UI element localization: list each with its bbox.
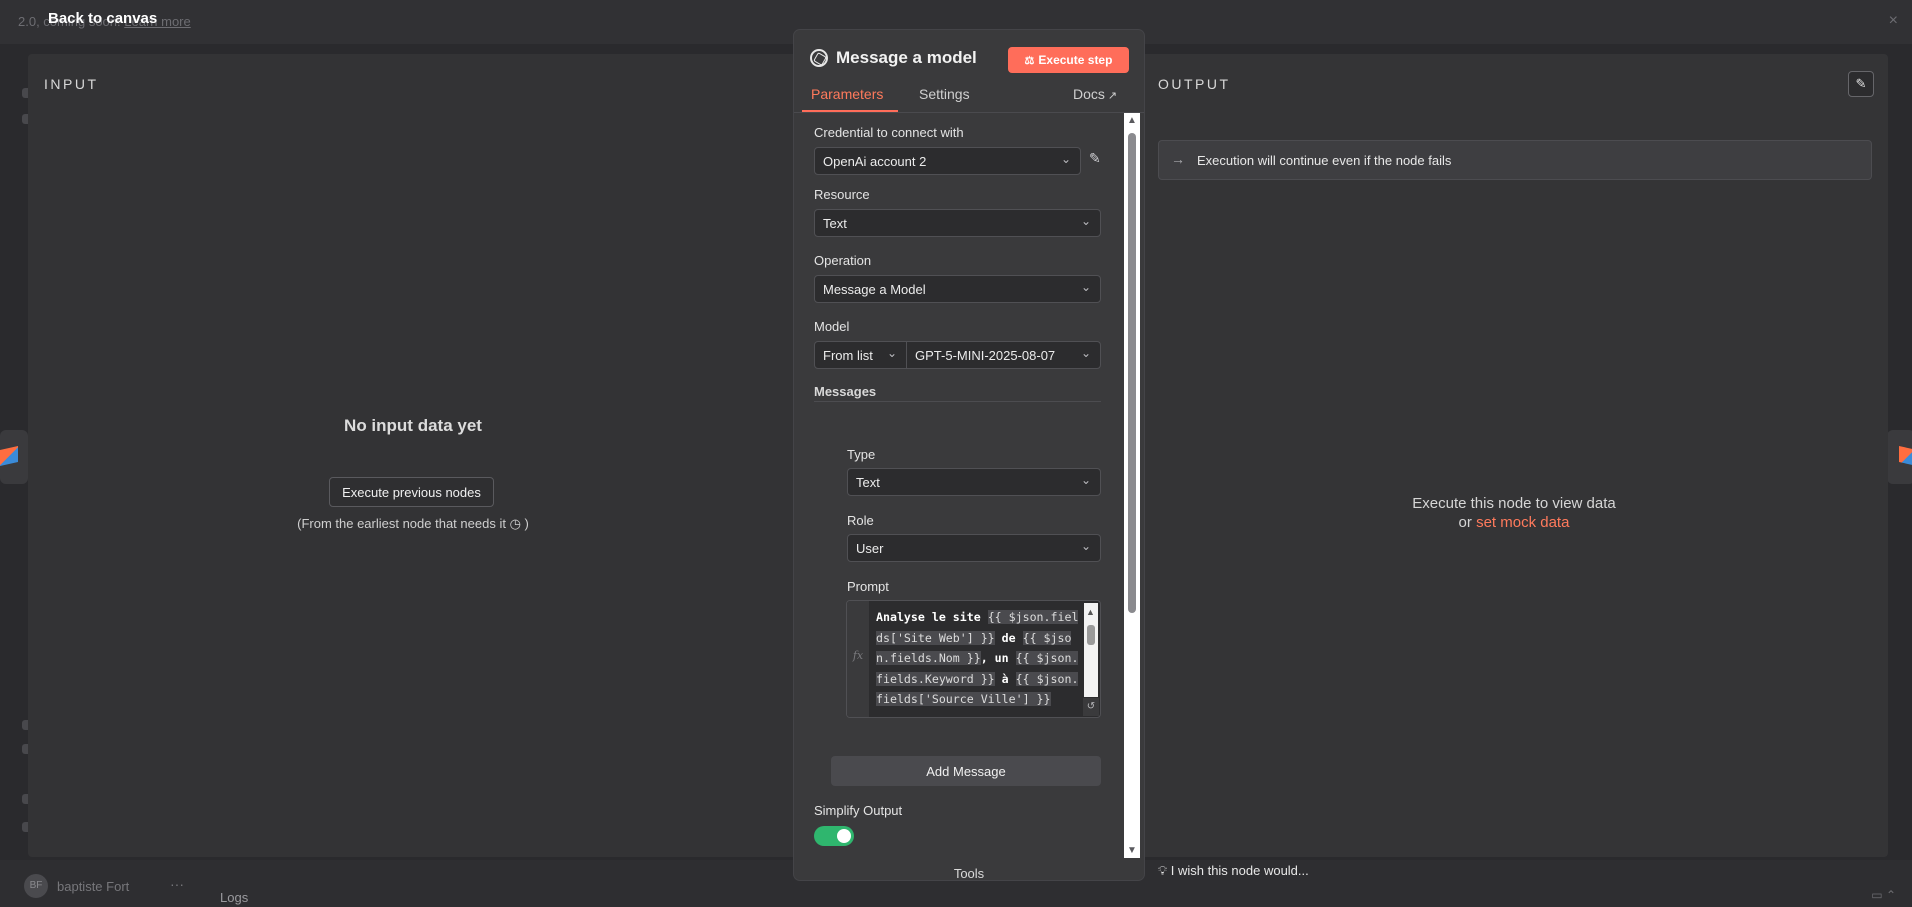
output-panel: OUTPUT ✎ → Execution will continue even … <box>1140 54 1888 857</box>
credential-value: OpenAi account 2 <box>823 154 927 169</box>
pencil-icon[interactable]: ✎ <box>1089 150 1101 167</box>
scroll-up-icon[interactable]: ▲ <box>1127 115 1137 126</box>
operation-label: Operation <box>814 253 872 268</box>
node-settings-panel: Message a model ⚖ Execute step Parameters… <box>794 30 1144 880</box>
execute-previous-nodes-button[interactable]: Execute previous nodes <box>329 477 494 507</box>
simplify-output-toggle[interactable] <box>814 826 854 846</box>
scroll-thumb[interactable] <box>1087 625 1095 645</box>
type-value: Text <box>856 475 880 490</box>
output-panel-title: OUTPUT <box>1158 76 1231 92</box>
prompt-text-part: Analyse le site <box>876 610 988 624</box>
tools-label: Tools <box>953 866 985 880</box>
set-mock-data-link[interactable]: set mock data <box>1476 514 1569 531</box>
model-label: Model <box>814 319 850 334</box>
execute-hint: Execute this node to view data or set mo… <box>1140 494 1888 532</box>
operation-select[interactable]: Message a Model ⌄ <box>814 275 1101 303</box>
logs-label[interactable]: Logs <box>220 890 248 905</box>
type-label: Type <box>847 447 876 462</box>
scroll-up-icon: ▲ <box>1086 607 1095 617</box>
input-panel-title: INPUT <box>44 76 99 92</box>
model-value: GPT-5-MINI-2025-08-07 <box>915 348 1056 363</box>
continue-notice-text: Execution will continue even if the node… <box>1197 153 1452 168</box>
hint-text: (From the earliest node that needs it <box>297 516 506 531</box>
model-mode-value: From list <box>823 348 873 363</box>
docs-label: Docs <box>1073 86 1105 102</box>
model-select[interactable]: GPT-5-MINI-2025-08-07 ⌄ <box>906 341 1101 369</box>
add-message-button[interactable]: Add Message <box>831 756 1101 786</box>
no-input-title: No input data yet <box>344 416 482 435</box>
operation-value: Message a Model <box>823 282 926 297</box>
avatar: BF <box>24 874 48 898</box>
earliest-node-hint: (From the earliest node that needs it ◷ … <box>28 516 798 532</box>
user-name: baptiste Fort <box>57 879 130 894</box>
chevron-down-icon: ⌄ <box>1080 346 1091 360</box>
scroll-thumb[interactable] <box>1128 133 1136 613</box>
hint-suffix: ) <box>524 516 529 531</box>
user-menu-icon[interactable]: ··· <box>170 876 184 892</box>
model-mode-select[interactable]: From list ⌄ <box>814 341 907 369</box>
chevron-down-icon: ⌄ <box>1080 280 1091 294</box>
back-to-canvas-button[interactable]: Back to canvas <box>48 10 157 27</box>
resource-label: Resource <box>814 187 870 202</box>
role-select[interactable]: User ⌄ <box>847 534 1101 562</box>
toggle-knob <box>837 829 851 843</box>
prompt-text[interactable]: Analyse le site {{ $json.fields['Site We… <box>876 607 1082 710</box>
flask-icon: ⚖ <box>1024 55 1035 67</box>
node-header: Message a model ⚖ Execute step Parameters… <box>794 30 1144 112</box>
node-title[interactable]: Message a model <box>836 48 977 68</box>
resource-value: Text <box>823 216 847 231</box>
simplify-output-label: Simplify Output <box>814 803 903 818</box>
prompt-text-part: , un <box>980 651 1016 665</box>
openai-icon <box>810 49 828 67</box>
prompt-text-part: de <box>994 630 1023 645</box>
credential-label: Credential to connect with <box>814 125 964 140</box>
chevron-down-icon: ⌄ <box>1080 473 1091 487</box>
messages-divider <box>814 401 1101 402</box>
scroll-down-icon[interactable]: ▼ <box>1127 845 1137 856</box>
role-value: User <box>856 541 884 556</box>
chevron-down-icon: ⌄ <box>886 346 897 360</box>
input-panel: INPUT No input data yet Execute previous… <box>28 54 798 857</box>
prompt-editor[interactable]: fx Analyse le site {{ $json.fields['Site… <box>846 600 1101 718</box>
chevron-down-icon: ⌄ <box>1080 539 1091 553</box>
right-node-tab[interactable] <box>1887 430 1912 484</box>
expand-editor-icon[interactable]: ↺ <box>1083 698 1099 716</box>
resource-select[interactable]: Text ⌄ <box>814 209 1101 237</box>
arrow-right-icon: → <box>1171 151 1185 167</box>
lightbulb-icon: 💡︎ <box>1158 863 1168 878</box>
chevron-down-icon: ⌄ <box>1080 214 1091 228</box>
chevron-down-icon: ⌄ <box>1060 152 1071 166</box>
prompt-scrollbar[interactable]: ▲ <box>1084 603 1098 697</box>
wish-feedback-link[interactable]: 💡︎ I wish this node would... <box>1158 863 1309 879</box>
tab-settings[interactable]: Settings <box>919 86 970 102</box>
or-text: or <box>1458 514 1472 531</box>
wish-text: I wish this node would... <box>1170 863 1309 878</box>
tab-parameters[interactable]: Parameters <box>811 86 883 102</box>
left-node-tab[interactable] <box>0 430 28 484</box>
expression-fx-icon: fx <box>847 601 869 717</box>
prompt-text-part: à <box>994 671 1016 686</box>
execute-step-button[interactable]: ⚖ Execute step <box>1008 47 1129 73</box>
panel-toggle-icon[interactable]: ▭ ⌃ <box>1871 888 1896 902</box>
prompt-label: Prompt <box>847 579 889 594</box>
form-scrollbar[interactable]: ▲ ▼ <box>1124 113 1140 858</box>
credential-select[interactable]: OpenAi account 2 ⌄ <box>814 147 1081 175</box>
continue-on-fail-notice: → Execution will continue even if the no… <box>1158 140 1872 180</box>
external-link-icon: ↗ <box>1107 90 1118 102</box>
node-icon <box>1899 446 1912 466</box>
parameters-form: Credential to connect with OpenAi accoun… <box>794 113 1144 858</box>
tab-docs[interactable]: Docs ↗ <box>1073 86 1117 102</box>
execute-step-label: Execute step <box>1038 53 1113 67</box>
pencil-icon[interactable]: ✎ <box>1848 71 1874 97</box>
role-label: Role <box>847 513 874 528</box>
clock-icon: ◷ <box>509 516 521 531</box>
close-icon[interactable]: × <box>1889 12 1898 30</box>
type-select[interactable]: Text ⌄ <box>847 468 1101 496</box>
node-icon <box>0 446 18 466</box>
messages-label: Messages <box>814 384 877 399</box>
execute-hint-text: Execute this node to view data <box>1412 495 1616 512</box>
